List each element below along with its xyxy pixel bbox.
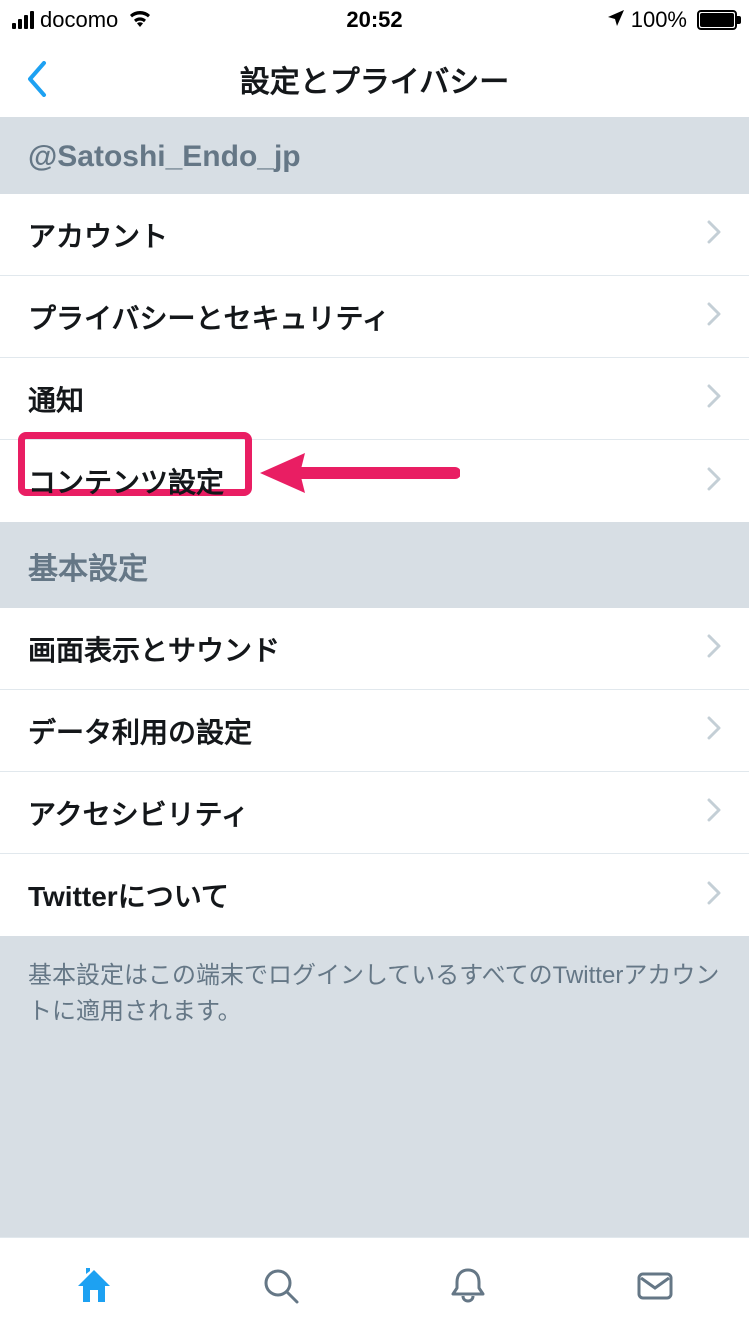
home-icon (72, 1264, 116, 1308)
row-notifications[interactable]: 通知 (0, 358, 749, 440)
back-button[interactable] (12, 40, 62, 117)
row-display-sound[interactable]: 画面表示とサウンド (0, 608, 749, 690)
row-label: Twitterについて (28, 875, 229, 915)
tab-notifications[interactable] (375, 1238, 562, 1333)
tab-home[interactable] (0, 1238, 187, 1333)
screen: docomo 20:52 100% 設定とプライバシー @Satoshi_End… (0, 0, 749, 1333)
search-icon (259, 1264, 303, 1308)
row-label: アクセシビリティ (28, 793, 249, 833)
row-data-usage[interactable]: データ利用の設定 (0, 690, 749, 772)
chevron-right-icon (707, 220, 721, 249)
chevron-right-icon (707, 634, 721, 663)
wifi-icon (128, 7, 152, 33)
row-account[interactable]: アカウント (0, 194, 749, 276)
row-label: データ利用の設定 (28, 711, 252, 751)
battery-icon (697, 10, 737, 30)
chevron-right-icon (707, 467, 721, 496)
tab-search[interactable] (187, 1238, 374, 1333)
row-privacy[interactable]: プライバシーとセキュリティ (0, 276, 749, 358)
battery-pct-label: 100% (631, 7, 687, 33)
status-left: docomo (12, 7, 152, 33)
tab-bar (0, 1237, 749, 1333)
row-label: 画面表示とサウンド (28, 629, 280, 669)
settings-list-account: アカウント プライバシーとセキュリティ 通知 コンテンツ設定 (0, 194, 749, 522)
row-label: アカウント (28, 215, 168, 255)
nav-bar: 設定とプライバシー (0, 40, 749, 118)
row-label: 通知 (28, 379, 84, 419)
chevron-right-icon (707, 716, 721, 745)
carrier-label: docomo (40, 7, 118, 33)
section-title-basic: 基本設定 (0, 522, 749, 608)
row-content-settings[interactable]: コンテンツ設定 (0, 440, 749, 522)
chevron-right-icon (707, 798, 721, 827)
signal-icon (12, 11, 34, 29)
chevron-right-icon (707, 384, 721, 413)
account-handle-header: @Satoshi_Endo_jp (0, 118, 749, 194)
row-accessibility[interactable]: アクセシビリティ (0, 772, 749, 854)
content-spacer (0, 1060, 749, 1237)
tab-messages[interactable] (562, 1238, 749, 1333)
section-footer-text: 基本設定はこの端末でログインしているすべてのTwitterアカウントに適用されま… (0, 936, 749, 1060)
page-title: 設定とプライバシー (240, 57, 509, 101)
status-right: 100% (607, 7, 737, 33)
location-icon (607, 7, 625, 33)
bell-icon (446, 1264, 490, 1308)
row-label: コンテンツ設定 (28, 461, 224, 501)
chevron-right-icon (707, 881, 721, 910)
annotation-arrow (260, 448, 460, 498)
mail-icon (633, 1264, 677, 1308)
settings-list-basic: 画面表示とサウンド データ利用の設定 アクセシビリティ Twitterについて (0, 608, 749, 936)
chevron-left-icon (26, 61, 48, 97)
status-bar: docomo 20:52 100% (0, 0, 749, 40)
chevron-right-icon (707, 302, 721, 331)
row-label: プライバシーとセキュリティ (28, 297, 390, 337)
row-about-twitter[interactable]: Twitterについて (0, 854, 749, 936)
